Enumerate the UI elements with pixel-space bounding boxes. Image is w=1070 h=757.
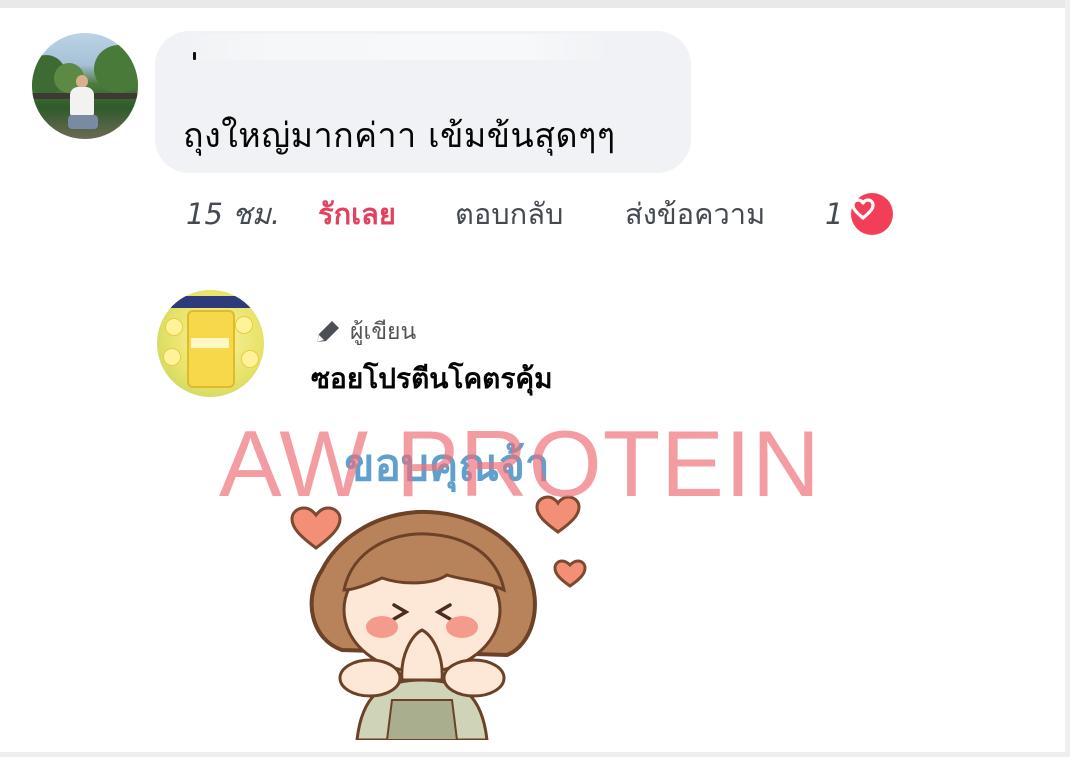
love-reaction-link[interactable]: รักเลย	[318, 191, 455, 237]
author-badge: ผู้เขียน	[312, 315, 416, 349]
author-label: ผู้เขียน	[350, 319, 417, 345]
commenter-name-redacted[interactable]	[182, 34, 612, 60]
heart-icon[interactable]	[851, 193, 893, 235]
reply-link[interactable]: ตอบกลับ	[455, 191, 625, 237]
pencil-icon	[317, 321, 339, 342]
scrollbar-track[interactable]	[1065, 0, 1070, 757]
heart-glyph	[851, 198, 875, 220]
page-name-link[interactable]: ซอยโปรตีนโคตรคุ้ม	[311, 357, 553, 401]
commenter-avatar[interactable]	[32, 33, 138, 139]
redaction-mark	[193, 52, 196, 60]
top-divider	[0, 0, 1070, 8]
sticker-heart-icon	[553, 559, 587, 588]
comment-text: ถุงใหญ่มากค่าา เข้มข้นสุดๆๆ	[183, 116, 616, 156]
bottom-divider	[0, 752, 1070, 757]
page-avatar[interactable]	[157, 290, 264, 397]
watermark-text: AW PROTEIN	[219, 411, 821, 516]
comment-timestamp[interactable]: 15 ชม.	[186, 191, 318, 237]
comment-actions: 15 ชม. รักเลย ตอบกลับ ส่งข้อความ 1	[186, 193, 893, 235]
reaction-count[interactable]: 1	[825, 197, 847, 231]
send-message-link[interactable]: ส่งข้อความ	[625, 191, 825, 237]
